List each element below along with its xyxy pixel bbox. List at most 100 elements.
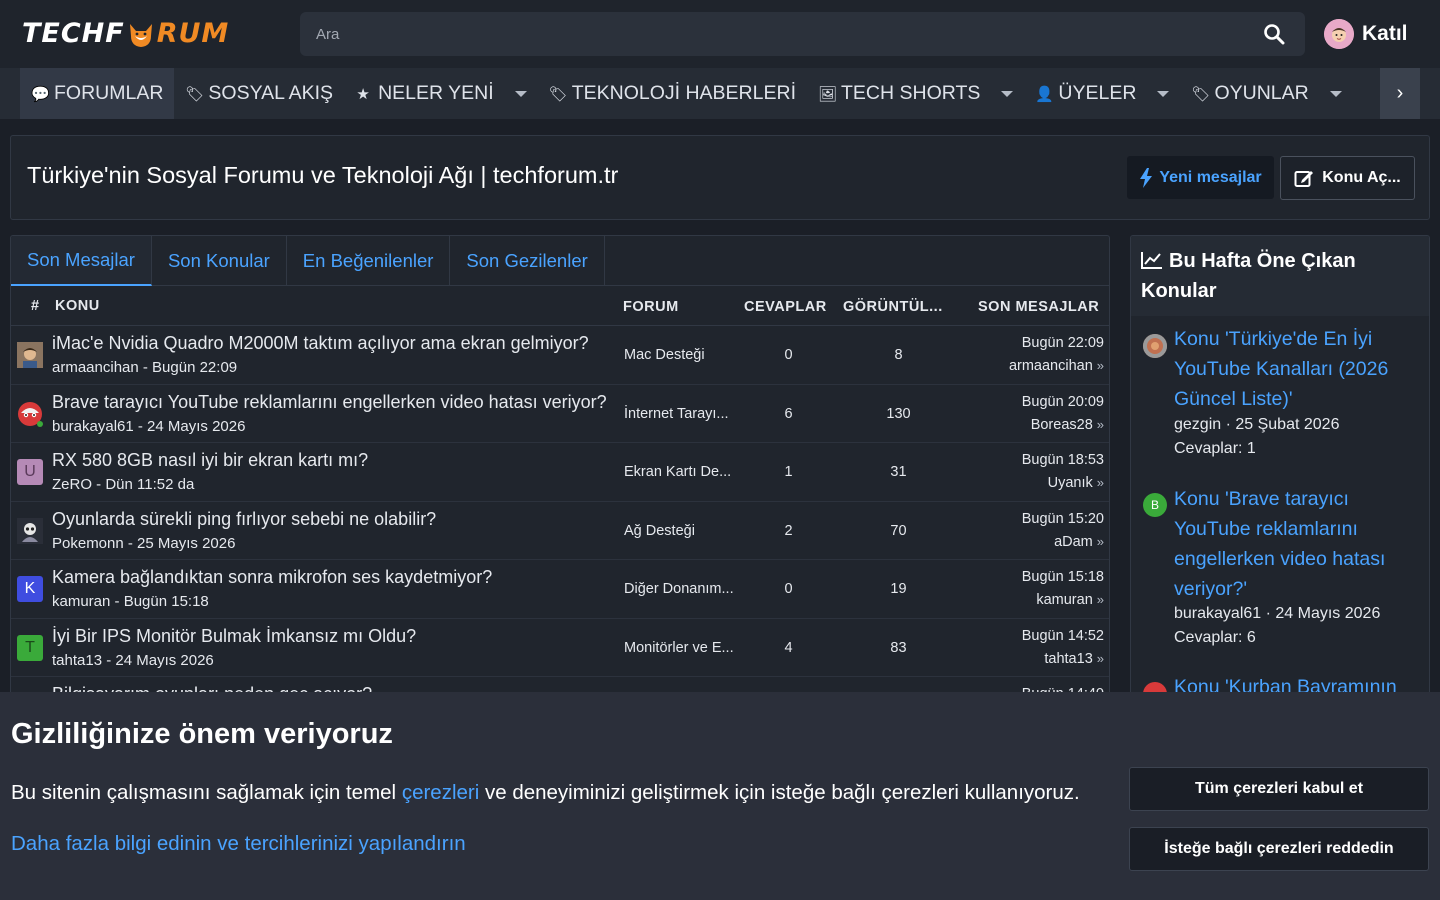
double-chevron-right-icon[interactable]: »: [1097, 651, 1104, 666]
reject-optional-cookies-button[interactable]: İsteğe bağlı çerezleri reddedin: [1129, 827, 1429, 871]
user-icon: 👤: [1035, 85, 1055, 103]
last-post-user[interactable]: kamuran »: [1036, 592, 1104, 608]
nav-item-uyeler[interactable]: 👤 ÜYELER: [1024, 68, 1180, 119]
column-topic[interactable]: KONU: [55, 298, 100, 314]
table-row[interactable]: U RX 580 8GB nasıl iyi bir ekran kartı m…: [11, 443, 1109, 502]
column-last[interactable]: SON MESAJLAR: [978, 299, 1099, 315]
nav-items: 💬 FORUMLAR 🏷 SOSYAL AKIŞ ★ NELER YENİ 🏷 …: [20, 68, 1380, 119]
last-post-user[interactable]: aDam »: [1054, 534, 1104, 550]
forum-name[interactable]: Monitörler ve E...: [624, 640, 734, 656]
table-row[interactable]: Brave tarayıcı YouTube reklamlarını enge…: [11, 385, 1109, 443]
last-post-user[interactable]: armaancihan »: [1009, 358, 1104, 374]
accept-all-cookies-button[interactable]: Tüm çerezleri kabul et: [1129, 767, 1429, 811]
user-avatar[interactable]: B: [1143, 493, 1167, 517]
user-avatar[interactable]: U: [17, 459, 43, 485]
last-post-time[interactable]: Bugün 18:53: [1022, 452, 1104, 468]
last-post-time[interactable]: Bugün 15:20: [1022, 511, 1104, 527]
nav-label: OYUNLAR: [1214, 82, 1309, 104]
featured-thread-title[interactable]: Konu 'Brave tarayıcı YouTube reklamların…: [1174, 484, 1419, 604]
forum-name[interactable]: Mac Desteği: [624, 347, 705, 363]
chevron-down-icon[interactable]: [514, 90, 527, 97]
thread-title[interactable]: Brave tarayıcı YouTube reklamlarını enge…: [52, 392, 607, 413]
user-avatar[interactable]: K: [17, 576, 43, 602]
last-post-user-name: kamuran: [1036, 592, 1093, 608]
fox-logo-icon: [129, 23, 152, 47]
double-chevron-right-icon[interactable]: »: [1097, 475, 1104, 490]
double-chevron-right-icon[interactable]: »: [1097, 358, 1104, 373]
tag-icon: 🏷: [185, 85, 205, 103]
last-post-user[interactable]: Boreas28 »: [1031, 417, 1104, 433]
reply-count: 0: [784, 347, 793, 363]
last-post-time[interactable]: Bugün 14:52: [1022, 628, 1104, 644]
last-post-time[interactable]: Bugün 20:09: [1022, 394, 1104, 410]
join-button[interactable]: Katıl: [1324, 18, 1408, 50]
last-post-user-name: armaancihan: [1008, 358, 1093, 374]
tab-son-konular[interactable]: Son Konular: [152, 236, 287, 286]
user-avatar[interactable]: [17, 342, 43, 368]
chevron-down-icon[interactable]: [1001, 90, 1014, 97]
nav-scroll-right-icon[interactable]: ›: [1380, 68, 1420, 119]
logo-text-left: TECHF: [22, 18, 125, 50]
reply-count: 4: [784, 639, 793, 656]
user-avatar[interactable]: [1143, 334, 1167, 358]
site-logo[interactable]: TECHF RUM: [22, 14, 229, 54]
user-avatar[interactable]: T: [17, 634, 43, 661]
double-chevron-right-icon[interactable]: »: [1097, 417, 1104, 432]
new-messages-button[interactable]: Yeni mesajlar: [1127, 156, 1274, 199]
featured-thread-meta: burakayal61 · 24 Mayıs 2026: [1174, 605, 1381, 622]
nav-item-teknoloji-haberleri[interactable]: 🏷 TEKNOLOJİ HABERLERİ: [538, 68, 807, 119]
search-input[interactable]: [300, 12, 1240, 56]
tab-son-gezilenler[interactable]: Son Gezilenler: [450, 236, 605, 286]
thread-title[interactable]: RX 580 8GB nasıl iyi bir ekran kartı mı?: [52, 450, 368, 471]
column-replies[interactable]: CEVAPLAR: [744, 299, 827, 315]
thread-meta: tahta13 - 24 Mayıs 2026: [52, 651, 214, 669]
user-avatar[interactable]: [17, 517, 43, 544]
thread-title[interactable]: Oyunlarda sürekli ping fırlıyor sebebi n…: [52, 509, 436, 530]
user-avatar[interactable]: [17, 401, 43, 427]
nav-item-sosyal-akis[interactable]: 🏷 SOSYAL AKIŞ: [174, 68, 344, 119]
thread-title[interactable]: Kamera bağlandıktan sonra mikrofon ses k…: [52, 567, 492, 588]
search-icon[interactable]: [1263, 23, 1285, 45]
last-post-time[interactable]: Bugün 15:18: [1022, 569, 1104, 585]
thread-title[interactable]: İyi Bir IPS Monitör Bulmak İmkansız mı O…: [52, 626, 416, 647]
forum-name[interactable]: İnternet Tarayı...: [624, 406, 729, 422]
view-count: 70: [890, 522, 907, 539]
double-chevron-right-icon[interactable]: »: [1097, 534, 1104, 549]
forum-name[interactable]: Ağ Desteği: [624, 523, 695, 539]
table-row[interactable]: Oyunlarda sürekli ping fırlıyor sebebi n…: [11, 502, 1109, 560]
table-header: # KONU FORUM CEVAPLAR GÖRÜNTÜL... SON ME…: [11, 286, 1109, 326]
last-post-user[interactable]: Uyanık »: [1048, 475, 1104, 491]
forum-name[interactable]: Ekran Kartı De...: [624, 464, 731, 480]
avatar-letter: B: [1150, 498, 1159, 512]
nav-item-oyunlar[interactable]: 🏷 OYUNLAR: [1180, 68, 1352, 119]
featured-thread-title[interactable]: Konu 'Türkiye'de En İyi YouTube Kanallar…: [1174, 324, 1419, 414]
tab-son-mesajlar[interactable]: Son Mesajlar: [11, 236, 152, 286]
thread-title[interactable]: iMac'e Nvidia Quadro M2000M taktım açılı…: [52, 333, 589, 354]
star-icon: ★: [356, 85, 370, 103]
cookie-preferences-link[interactable]: Daha fazla bilgi edinin ve tercihleriniz…: [11, 832, 466, 856]
new-thread-button[interactable]: Konu Aç...: [1280, 156, 1415, 200]
user-avatar-icon: [1324, 19, 1354, 49]
table-row[interactable]: K Kamera bağlandıktan sonra mikrofon ses…: [11, 560, 1109, 619]
column-views[interactable]: GÖRÜNTÜL...: [843, 299, 943, 315]
reply-count: 2: [784, 522, 793, 539]
table-row[interactable]: iMac'e Nvidia Quadro M2000M taktım açılı…: [11, 326, 1109, 385]
last-post-user-name: Boreas28: [1030, 416, 1093, 433]
tab-en-begenilenler[interactable]: En Beğenilenler: [287, 236, 451, 286]
last-post-user[interactable]: tahta13 »: [1044, 651, 1104, 667]
chevron-down-icon[interactable]: [1329, 90, 1342, 97]
double-chevron-right-icon[interactable]: »: [1097, 592, 1104, 607]
nav-item-neler-yeni[interactable]: ★ NELER YENİ: [344, 68, 538, 119]
image-icon: 🖼: [818, 85, 838, 103]
view-count: 83: [890, 639, 907, 656]
forum-name[interactable]: Diğer Donanım...: [624, 581, 734, 597]
last-post-time[interactable]: Bugün 22:09: [1022, 335, 1104, 351]
nav-item-tech-shorts[interactable]: 🖼 TECH SHORTS: [807, 68, 1024, 119]
nav-label: FORUMLAR: [54, 82, 164, 104]
table-row[interactable]: T İyi Bir IPS Monitör Bulmak İmkansız mı…: [11, 619, 1109, 677]
column-forum[interactable]: FORUM: [623, 299, 679, 315]
cookie-text-before: Bu sitenin çalışmasını sağlamak için tem…: [11, 781, 402, 804]
nav-item-forumlar[interactable]: 💬 FORUMLAR: [20, 68, 175, 119]
cookies-link[interactable]: çerezleri: [402, 781, 479, 804]
chevron-down-icon[interactable]: [1157, 90, 1170, 97]
